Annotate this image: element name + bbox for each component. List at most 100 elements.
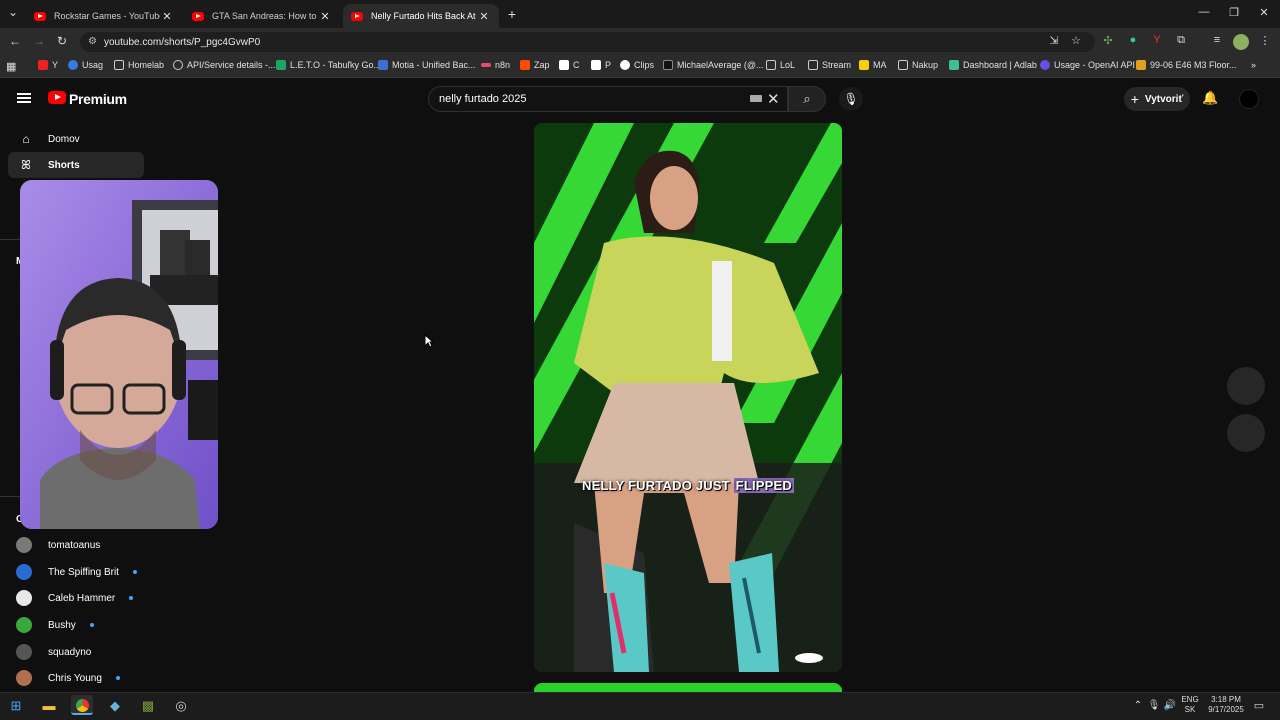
bookmark-item[interactable]: C bbox=[559, 60, 580, 70]
bookmark-folder[interactable]: LoL bbox=[766, 60, 795, 70]
new-content-dot bbox=[129, 596, 134, 600]
next-short-button[interactable] bbox=[1227, 414, 1265, 452]
bookmark-item[interactable]: Usag bbox=[68, 60, 103, 70]
notifications-bell-icon[interactable]: 🔔 bbox=[1202, 90, 1218, 106]
windows-start-icon[interactable]: ⊞ bbox=[5, 696, 27, 716]
windows-taskbar bbox=[0, 692, 1280, 720]
channel-name: Chris Young bbox=[48, 672, 102, 684]
new-tab-icon[interactable]: + bbox=[503, 6, 521, 22]
bookmark-item[interactable]: Zap bbox=[520, 60, 550, 70]
close-tab-icon[interactable]: ✕ bbox=[318, 10, 332, 23]
bookmark-item[interactable]: MichaelAverage (@... bbox=[663, 60, 764, 70]
bookmark-folder[interactable]: Stream bbox=[808, 60, 851, 70]
sidebar-item-label: Domov bbox=[48, 133, 80, 145]
input-language[interactable]: ENG SK bbox=[1176, 695, 1204, 715]
channel-name: tomatoanus bbox=[48, 539, 101, 551]
subscription-item[interactable]: Bushy bbox=[16, 615, 94, 635]
short-video-frame bbox=[534, 123, 842, 672]
bookmark-folder[interactable]: Homelab bbox=[114, 60, 164, 70]
tab-search-icon[interactable]: ⌄ bbox=[4, 5, 22, 19]
bookmark-item[interactable]: API/Service details -... bbox=[173, 60, 276, 70]
url-text: youtube.com/shorts/P_pgc4GvwP0 bbox=[104, 36, 261, 48]
sidebar-item-shorts[interactable]: ꕤ Shorts bbox=[8, 152, 144, 178]
bookmark-item[interactable]: Dashboard | Adlab bbox=[949, 60, 1037, 70]
youtube-logo-icon[interactable] bbox=[48, 91, 66, 104]
close-tab-icon[interactable]: ✕ bbox=[477, 10, 491, 23]
reload-icon[interactable]: ↻ bbox=[53, 34, 71, 48]
account-avatar[interactable] bbox=[1239, 89, 1259, 109]
keyboard-icon[interactable] bbox=[750, 95, 762, 102]
language-primary: ENG bbox=[1181, 695, 1199, 704]
minimize-icon[interactable]: — bbox=[1194, 6, 1214, 18]
youtube-favicon-icon bbox=[192, 11, 204, 21]
extension-icon[interactable]: ✣ bbox=[1100, 34, 1116, 50]
subscription-item[interactable]: Caleb Hammer bbox=[16, 588, 134, 608]
video-caption: NELLY FURTADO JUST FLIPPED bbox=[534, 478, 842, 493]
app-taskbar-icon[interactable]: ▩ bbox=[137, 696, 159, 716]
bookmark-item[interactable]: n8n bbox=[481, 60, 510, 70]
clock-date: 9/17/2025 bbox=[1208, 705, 1244, 714]
extensions-puzzle-icon[interactable]: ⧉ bbox=[1173, 34, 1189, 50]
shorts-icon: ꕤ bbox=[21, 157, 31, 172]
subscription-item[interactable]: Chris Young bbox=[16, 668, 120, 688]
plus-icon: + bbox=[1130, 91, 1139, 107]
sidebar-item-home[interactable]: ⌂ Domov bbox=[8, 126, 144, 152]
channel-name: The Spiffing Brit bbox=[48, 566, 119, 578]
more-bookmarks-icon[interactable]: » bbox=[1251, 60, 1256, 70]
subscription-item[interactable]: The Spiffing Brit bbox=[16, 562, 137, 582]
voice-search-icon[interactable]: 🎙 bbox=[839, 87, 863, 111]
obs-taskbar-icon[interactable]: ◎ bbox=[170, 696, 192, 716]
sidebar-item-label: Shorts bbox=[48, 159, 80, 171]
app-taskbar-icon[interactable]: ◆ bbox=[104, 696, 126, 716]
site-info-icon[interactable]: ⚙ bbox=[88, 36, 97, 47]
bookmark-item[interactable]: Y bbox=[38, 60, 58, 70]
bookmark-item[interactable]: MA bbox=[859, 60, 887, 70]
back-icon[interactable]: ← bbox=[6, 34, 24, 48]
previous-short-button[interactable] bbox=[1227, 367, 1265, 405]
notification-center-icon[interactable]: ▭ bbox=[1248, 696, 1270, 716]
browser-tab-active[interactable]: Nelly Furtado Hits Back At Fat S ✕ bbox=[343, 4, 499, 28]
bookmark-item[interactable]: L.E.T.O - Tabuľky Go... bbox=[276, 60, 381, 70]
close-tab-icon[interactable]: ✕ bbox=[160, 10, 174, 23]
bookmark-item[interactable]: Usage - OpenAI API bbox=[1040, 60, 1135, 70]
channel-avatar bbox=[16, 537, 32, 553]
extension-icon[interactable]: ● bbox=[1125, 34, 1141, 50]
install-app-icon[interactable]: ⇲ bbox=[1046, 34, 1062, 50]
caption-highlight: FLIPPED bbox=[733, 478, 794, 493]
bookmark-star-icon[interactable]: ☆ bbox=[1068, 34, 1084, 50]
bookmark-item[interactable]: 99-06 E46 M3 Floor... bbox=[1136, 60, 1237, 70]
address-bar[interactable]: ⚙ youtube.com/shorts/P_pgc4GvwP0 bbox=[80, 32, 1095, 52]
browser-tab[interactable]: GTA San Andreas: How to Get a ✕ bbox=[184, 4, 340, 28]
bookmark-item[interactable]: Clips bbox=[620, 60, 654, 70]
browser-tab[interactable]: Rockstar Games - YouTube ✕ bbox=[26, 4, 182, 28]
hamburger-menu-icon[interactable] bbox=[17, 93, 31, 103]
browser-menu-icon[interactable]: ⋮ bbox=[1257, 34, 1273, 50]
bookmarks-bar: ▦ Y Usag Homelab API/Service details -..… bbox=[0, 56, 1280, 78]
clear-search-icon[interactable]: ✕ bbox=[767, 90, 780, 108]
create-label: Vytvoriť bbox=[1144, 93, 1184, 105]
close-window-icon[interactable]: ✕ bbox=[1254, 6, 1274, 19]
short-video-player[interactable] bbox=[534, 123, 842, 672]
subscription-item[interactable]: squadyno bbox=[16, 642, 91, 662]
restore-icon[interactable]: ❐ bbox=[1224, 6, 1244, 19]
chrome-taskbar-icon[interactable] bbox=[71, 695, 93, 715]
channel-name: squadyno bbox=[48, 646, 92, 658]
forward-icon[interactable]: → bbox=[30, 34, 48, 48]
bookmark-item[interactable]: Motia - Unified Bac... bbox=[378, 60, 476, 70]
create-button[interactable]: + Vytvoriť bbox=[1124, 87, 1190, 111]
apps-grid-icon[interactable]: ▦ bbox=[6, 60, 16, 73]
search-button[interactable]: ⌕ bbox=[788, 86, 826, 112]
youtube-premium-brand[interactable]: Premium bbox=[69, 91, 127, 107]
extension-icon[interactable]: Y bbox=[1149, 34, 1165, 50]
bookmark-item[interactable]: P bbox=[591, 60, 611, 70]
new-content-dot bbox=[132, 570, 137, 574]
bookmark-folder[interactable]: Nakup bbox=[898, 60, 938, 70]
media-control-icon[interactable]: ≡ bbox=[1209, 34, 1225, 50]
file-explorer-icon[interactable]: ▬ bbox=[38, 696, 60, 716]
profile-avatar-icon[interactable] bbox=[1233, 34, 1249, 50]
subscription-item[interactable]: tomatoanus bbox=[16, 535, 100, 555]
clock[interactable]: 3:18 PM 9/17/2025 bbox=[1202, 695, 1250, 715]
tab-title: GTA San Andreas: How to Get a bbox=[212, 11, 318, 21]
channel-name: Bushy bbox=[48, 619, 76, 631]
search-input[interactable]: nelly furtado 2025 bbox=[428, 86, 788, 112]
